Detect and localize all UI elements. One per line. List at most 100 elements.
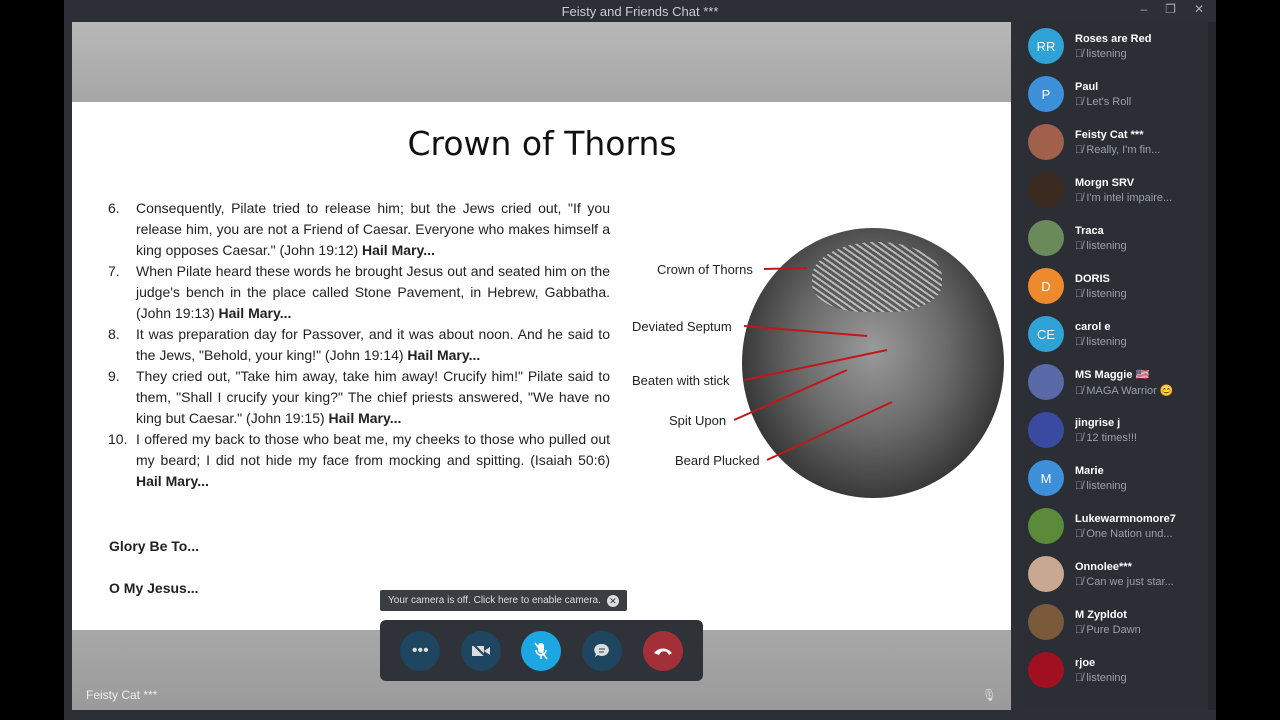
mic-muted-icon: 🎙̸: [1075, 384, 1087, 397]
arrow-spit: [733, 369, 848, 421]
participant-name: DORIS: [1075, 272, 1110, 285]
participant-name: rjoe: [1075, 656, 1096, 669]
participant-name: Roses are Red: [1075, 32, 1152, 45]
avatar: [1028, 412, 1064, 448]
participant-name: Marie: [1075, 464, 1104, 477]
participant-status: Really, I'm fin...: [1086, 143, 1161, 156]
mic-muted-icon: 🎙̸: [1075, 335, 1087, 348]
avatar: CE: [1028, 316, 1064, 352]
chat-button[interactable]: [582, 630, 623, 671]
annotation-arrows: [733, 267, 893, 461]
participant-item[interactable]: M Zypldot 🎙̸ Pure Dawn: [1018, 598, 1208, 646]
participant-status: listening: [1086, 47, 1127, 60]
mic-icon: 🎙: [981, 688, 997, 702]
participant-item[interactable]: jingrise j 🎙̸ 12 times!!!: [1018, 406, 1208, 454]
participant-status: Pure Dawn: [1086, 623, 1141, 636]
participant-name: M Zypldot: [1075, 608, 1127, 621]
label-beaten: Beaten with stick: [632, 373, 730, 388]
mic-muted-icon: 🎙̸: [1075, 671, 1087, 684]
avatar: [1028, 508, 1064, 544]
tooltip-text: Your camera is off. Click here to enable…: [388, 595, 601, 606]
participant-item[interactable]: P Paul 🎙̸ Let's Roll: [1018, 70, 1208, 118]
participant-name: Paul: [1075, 80, 1099, 93]
avatar: D: [1028, 268, 1064, 304]
camera-toggle-button[interactable]: [460, 630, 501, 671]
more-options-button[interactable]: •••: [400, 630, 441, 671]
arrow-crown: [763, 267, 808, 270]
participant-item[interactable]: Morgn SRV 🎙̸ I'm intel impaire...: [1018, 166, 1208, 214]
participant-item[interactable]: Traca 🎙̸ listening: [1018, 214, 1208, 262]
app-window: Feisty and Friends Chat *** – ❐ ✕ Crown of…: [64, 0, 1216, 720]
mic-muted-icon: 🎙̸: [1075, 143, 1087, 156]
call-controls: •••: [380, 620, 703, 681]
presentation-slide: Crown of Thorns 6. Consequently, Pilate t…: [72, 102, 1011, 630]
minimize-icon[interactable]: –: [1140, 2, 1147, 16]
more-icon: •••: [411, 641, 429, 659]
participant-name: carol e: [1075, 320, 1111, 333]
participant-item[interactable]: Onnolee*** 🎙̸ Can we just star...: [1018, 550, 1208, 598]
mic-muted-icon: 🎙̸: [1075, 623, 1087, 636]
phone-hangup-icon: [653, 648, 672, 655]
participants-list: RR Roses are Red 🎙̸ listening P Paul 🎙̸ Let's…: [1018, 22, 1208, 710]
mute-toggle-button[interactable]: [521, 630, 562, 671]
participant-item[interactable]: Feisty Cat *** 🎙̸ Really, I'm fin...: [1018, 118, 1208, 166]
participant-status: listening: [1086, 479, 1127, 492]
screen-share-area: Crown of Thorns 6. Consequently, Pilate t…: [72, 22, 1011, 710]
participant-status: Let's Roll: [1086, 95, 1132, 108]
participant-status: listening: [1086, 335, 1127, 348]
participant-item[interactable]: D DORIS 🎙̸ listening: [1018, 262, 1208, 310]
hang-up-button[interactable]: [642, 630, 683, 671]
arrow-beaten: [743, 349, 888, 381]
participant-item[interactable]: Lukewarmnomore7 🎙̸ One Nation und...: [1018, 502, 1208, 550]
participant-name: Feisty Cat ***: [1075, 128, 1144, 141]
mic-muted-icon: 🎙̸: [1075, 431, 1087, 444]
mic-muted-icon: 🎙̸: [1075, 479, 1087, 492]
title-bar: Feisty and Friends Chat *** – ❐ ✕: [64, 0, 1216, 22]
participant-name: Onnolee***: [1075, 560, 1132, 573]
participant-status: MAGA Warrior 😊: [1086, 384, 1174, 397]
mic-off-icon: [534, 642, 549, 659]
label-beard: Beard Plucked: [675, 453, 760, 468]
avatar: [1028, 172, 1064, 208]
mic-muted-icon: 🎙̸: [1075, 191, 1087, 204]
label-septum: Deviated Septum: [632, 319, 732, 334]
participant-name: Traca: [1075, 224, 1104, 237]
participant-item[interactable]: RR Roses are Red 🎙̸ listening: [1018, 22, 1208, 70]
participant-status: listening: [1086, 239, 1127, 252]
participant-item[interactable]: CE carol e 🎙̸ listening: [1018, 310, 1208, 358]
avatar: [1028, 124, 1064, 160]
participant-item[interactable]: M Marie 🎙̸ listening: [1018, 454, 1208, 502]
participant-status: listening: [1086, 671, 1127, 684]
participant-status: listening: [1086, 287, 1127, 300]
participant-status: One Nation und...: [1086, 527, 1173, 540]
close-tooltip-icon[interactable]: ✕: [606, 594, 619, 607]
mic-muted-icon: 🎙̸: [1075, 575, 1087, 588]
avatar: P: [1028, 76, 1064, 112]
participant-name: Morgn SRV: [1075, 176, 1135, 189]
arrow-septum: [743, 325, 868, 337]
label-crown: Crown of Thorns: [657, 262, 753, 277]
avatar: [1028, 364, 1064, 400]
self-name-label: Feisty Cat ***: [86, 688, 158, 702]
arrow-beard: [766, 401, 893, 461]
maximize-icon[interactable]: ❐: [1165, 2, 1176, 16]
close-icon[interactable]: ✕: [1194, 2, 1204, 16]
mic-muted-icon: 🎙̸: [1075, 287, 1087, 300]
participant-name: Lukewarmnomore7: [1075, 512, 1176, 525]
participant-name: jingrise j: [1075, 416, 1121, 429]
avatar: RR: [1028, 28, 1064, 64]
avatar: [1028, 556, 1064, 592]
chat-icon: [594, 643, 609, 657]
participant-item[interactable]: MS Maggie 🇺🇸 🎙̸ MAGA Warrior 😊: [1018, 358, 1208, 406]
mic-muted-icon: 🎙̸: [1075, 95, 1087, 108]
camera-off-tooltip[interactable]: Your camera is off. Click here to enable…: [380, 590, 627, 611]
mic-muted-icon: 🎙̸: [1075, 239, 1087, 252]
avatar: M: [1028, 460, 1064, 496]
camera-off-icon: [471, 642, 490, 659]
avatar: [1028, 604, 1064, 640]
blurred-header: [72, 22, 1011, 102]
label-spit: Spit Upon: [669, 413, 727, 428]
scrollbar[interactable]: [1208, 22, 1216, 710]
participant-item[interactable]: rjoe 🎙̸ listening: [1018, 646, 1208, 694]
participant-status: 12 times!!!: [1086, 431, 1138, 444]
